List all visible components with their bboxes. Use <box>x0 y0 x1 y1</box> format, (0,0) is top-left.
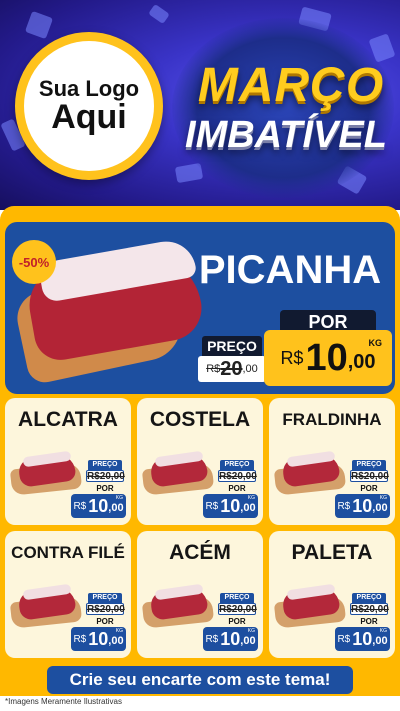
product-card[interactable]: PALETA PREÇO R$20,00 POR R$ 10 ,00 KG <box>269 531 395 658</box>
new-price: R$ 10 ,00 KG <box>203 627 258 651</box>
new-price-int: 10 <box>305 336 348 379</box>
por-label: POR <box>96 617 114 626</box>
price-unit: KG <box>115 628 123 634</box>
new-price: R$ 10 ,00 KG <box>335 494 390 518</box>
old-price: R$20,00 <box>218 470 257 482</box>
price-dec: ,00 <box>108 635 124 647</box>
product-name: ACÉM <box>169 541 231 564</box>
por-label: POR <box>228 617 246 626</box>
new-price-currency: R$ <box>280 347 304 368</box>
preco-label: PREÇO <box>352 593 386 603</box>
product-name: ALCATRA <box>18 408 118 431</box>
price-currency: R$ <box>205 633 219 645</box>
disclaimer-text: *Imagens Meramente Ilustrativas <box>5 697 122 706</box>
por-label: POR <box>360 617 378 626</box>
old-price-int: 20 <box>220 357 243 380</box>
product-card[interactable]: COSTELA PREÇO R$20,00 POR R$ 10 ,00 KG <box>137 398 263 525</box>
por-label: POR <box>228 484 246 493</box>
logo-line1: Sua Logo <box>38 75 140 101</box>
featured-new-price: R$ 10 ,00 KG <box>264 330 392 386</box>
price-dec: ,00 <box>372 635 388 647</box>
price-int: 10 <box>88 628 109 649</box>
price-unit: KG <box>247 628 255 634</box>
featured-product-name: PICANHA <box>198 248 382 292</box>
preco-label: PREÇO <box>88 460 122 470</box>
product-name: PALETA <box>291 541 373 564</box>
featured-old-price: R$ 20 ,00 <box>198 356 266 382</box>
product-name: CONTRA FILÉ <box>11 543 125 562</box>
product-card[interactable]: ALCATRA PREÇO R$20,00 POR R$ 10 ,00 KG <box>5 398 131 525</box>
new-price: R$ 10 ,00 KG <box>203 494 258 518</box>
price-int: 10 <box>88 495 109 516</box>
preco-label: PREÇO <box>220 460 254 470</box>
logo-line2: Aqui <box>51 97 127 136</box>
preco-label: PREÇO <box>352 460 386 470</box>
price-int: 10 <box>352 628 373 649</box>
old-price: R$20,00 <box>350 603 389 615</box>
product-card[interactable]: FRALDINHA PREÇO R$20,00 POR R$ 10 ,00 KG <box>269 398 395 525</box>
new-price: R$ 10 ,00 KG <box>71 494 126 518</box>
product-name: COSTELA <box>149 408 251 431</box>
price-dec: ,00 <box>240 635 256 647</box>
old-price-currency: R$ <box>206 363 221 375</box>
new-price-dec: ,00 <box>347 350 376 373</box>
price-currency: R$ <box>337 500 351 512</box>
price-dec: ,00 <box>108 502 124 514</box>
price-int: 10 <box>220 628 241 649</box>
preco-label: PREÇO <box>88 593 122 603</box>
product-card[interactable]: CONTRA FILÉ PREÇO R$20,00 POR R$ 10 ,00 … <box>5 531 131 658</box>
old-price-dec: ,00 <box>242 363 258 375</box>
price-unit: KG <box>379 628 387 634</box>
old-price: R$20,00 <box>86 603 125 615</box>
old-price: R$20,00 <box>218 603 257 615</box>
product-card[interactable]: ACÉM PREÇO R$20,00 POR R$ 10 ,00 KG <box>137 531 263 658</box>
confetti-shape <box>24 10 54 40</box>
logo-placeholder: Sua Logo Aqui <box>15 32 163 180</box>
confetti-shape <box>148 3 170 25</box>
campaign-title-line2: IMBATÍVEL <box>185 114 387 156</box>
price-currency: R$ <box>205 500 219 512</box>
por-label: POR <box>360 484 378 493</box>
price-currency: R$ <box>73 500 87 512</box>
old-price: R$20,00 <box>350 470 389 482</box>
new-price: R$ 10 ,00 KG <box>335 627 390 651</box>
price-dec: ,00 <box>372 502 388 514</box>
featured-preco-label: PREÇO <box>202 336 262 356</box>
campaign-title-line1: MARÇO <box>197 59 385 112</box>
price-unit: KG <box>247 495 255 501</box>
price-dec: ,00 <box>240 502 256 514</box>
cta-banner[interactable]: Crie seu encarte com este tema! <box>47 666 353 694</box>
price-int: 10 <box>352 495 373 516</box>
por-label: POR <box>96 484 114 493</box>
price-currency: R$ <box>73 633 87 645</box>
product-name: FRALDINHA <box>282 410 382 429</box>
header-banner: Sua Logo Aqui MARÇO IMBATÍVEL <box>0 0 400 210</box>
new-price-unit: KG <box>368 338 383 348</box>
preco-label: PREÇO <box>220 593 254 603</box>
price-unit: KG <box>115 495 123 501</box>
new-price: R$ 10 ,00 KG <box>71 627 126 651</box>
old-price: R$20,00 <box>86 470 125 482</box>
price-unit: KG <box>379 495 387 501</box>
discount-badge: -50% <box>12 240 56 284</box>
price-currency: R$ <box>337 633 351 645</box>
price-int: 10 <box>220 495 241 516</box>
